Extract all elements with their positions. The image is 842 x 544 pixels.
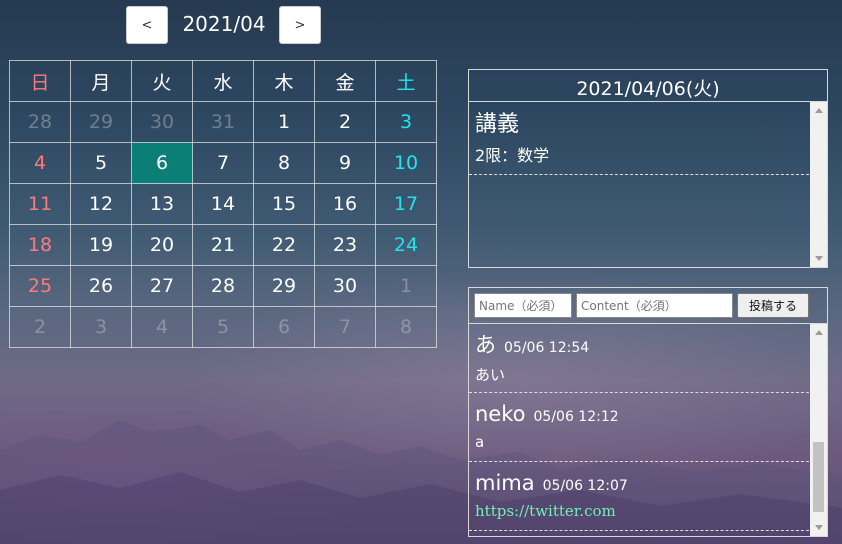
message-time: 05/06 12:54: [504, 340, 590, 356]
prev-month-button[interactable]: <: [126, 6, 168, 44]
calendar-day[interactable]: 10: [375, 142, 437, 184]
calendar-day[interactable]: 14: [192, 183, 254, 225]
event-item[interactable]: 講義 2限：数学: [469, 102, 809, 175]
message-author: あ: [475, 333, 496, 357]
calendar-day[interactable]: 11: [9, 183, 71, 225]
calendar-grid: 日 月 火 水 木 金 土 28 29 30 31 1 2 3 4 5 6 7 …: [9, 60, 437, 348]
calendar-day[interactable]: 4: [9, 142, 71, 184]
calendar-day[interactable]: 20: [131, 224, 193, 266]
calendar-day[interactable]: 29: [253, 265, 315, 307]
calendar-day[interactable]: 25: [9, 265, 71, 307]
content-input[interactable]: [576, 293, 733, 318]
name-input[interactable]: [474, 293, 572, 318]
message-time: 05/06 12:12: [533, 409, 619, 425]
calendar-day[interactable]: 27: [131, 265, 193, 307]
calendar-day[interactable]: 15: [253, 183, 315, 225]
calendar-day[interactable]: 8: [253, 142, 315, 184]
calendar-day[interactable]: 9: [314, 142, 376, 184]
detail-scrollbar[interactable]: [810, 102, 827, 267]
calendar-week: 4 5 6 7 8 9 10: [9, 142, 437, 184]
calendar-day[interactable]: 7: [314, 306, 376, 348]
weekday-wednesday: 水: [192, 60, 254, 102]
message-item: あ 05/06 12:54 あい: [469, 324, 809, 393]
calendar-day[interactable]: 28: [9, 101, 71, 143]
calendar-day-selected[interactable]: 6: [131, 142, 193, 184]
calendar-day[interactable]: 17: [375, 183, 437, 225]
calendar-day[interactable]: 8: [375, 306, 437, 348]
weekday-thursday: 木: [253, 60, 315, 102]
calendar-day[interactable]: 24: [375, 224, 437, 266]
weekday-saturday: 土: [375, 60, 437, 102]
message-list: あ 05/06 12:54 あい neko 05/06 12:12 a mima 05…: [469, 324, 809, 536]
calendar-day[interactable]: 26: [70, 265, 132, 307]
calendar-day[interactable]: 30: [314, 265, 376, 307]
post-form: 投稿する: [469, 288, 827, 324]
event-list: 講義 2限：数学: [469, 102, 809, 267]
calendar-day[interactable]: 23: [314, 224, 376, 266]
calendar-day[interactable]: 18: [9, 224, 71, 266]
calendar-day[interactable]: 3: [70, 306, 132, 348]
calendar-day[interactable]: 1: [375, 265, 437, 307]
message-author: neko: [475, 402, 526, 426]
scrollbar-thumb[interactable]: [813, 442, 824, 512]
message-author: mima: [475, 471, 535, 495]
calendar-day[interactable]: 6: [253, 306, 315, 348]
calendar-day[interactable]: 4: [131, 306, 193, 348]
calendar-day[interactable]: 7: [192, 142, 254, 184]
calendar-day[interactable]: 1: [253, 101, 315, 143]
calendar-day[interactable]: 3: [375, 101, 437, 143]
calendar-week: 11 12 13 14 15 16 17: [9, 183, 437, 225]
message-body: あい: [475, 366, 506, 384]
scroll-down-arrow-icon[interactable]: [815, 525, 823, 530]
event-subtitle: 2限：数学: [475, 146, 550, 165]
event-title: 講義: [475, 112, 520, 137]
weekday-monday: 月: [70, 60, 132, 102]
message-link[interactable]: https://twitter.com: [475, 502, 803, 520]
calendar-day[interactable]: 2: [9, 306, 71, 348]
calendar-day[interactable]: 31: [192, 101, 254, 143]
calendar-day[interactable]: 5: [70, 142, 132, 184]
message-board-panel: 投稿する あ 05/06 12:54 あい neko 05/06 12:12 a m…: [468, 287, 828, 537]
message-body: a: [475, 433, 485, 451]
current-month-label: 2021/04: [182, 12, 266, 36]
message-time: 05/06 12:07: [542, 478, 628, 494]
day-detail-panel: 2021/04/06(火) 講義 2限：数学: [468, 69, 828, 268]
scroll-up-arrow-icon[interactable]: [815, 108, 823, 113]
next-month-button[interactable]: >: [279, 6, 321, 44]
calendar-day[interactable]: 5: [192, 306, 254, 348]
calendar-day[interactable]: 16: [314, 183, 376, 225]
calendar-day[interactable]: 28: [192, 265, 254, 307]
calendar-day[interactable]: 19: [70, 224, 132, 266]
calendar-week: 28 29 30 31 1 2 3: [9, 101, 437, 143]
calendar-day[interactable]: 12: [70, 183, 132, 225]
weekday-friday: 金: [314, 60, 376, 102]
calendar-day[interactable]: 2: [314, 101, 376, 143]
calendar-day[interactable]: 13: [131, 183, 193, 225]
calendar-day[interactable]: 21: [192, 224, 254, 266]
month-navigation: < 2021/04 >: [126, 6, 322, 46]
weekday-sunday: 日: [9, 60, 71, 102]
weekday-tuesday: 火: [131, 60, 193, 102]
calendar-day[interactable]: 30: [131, 101, 193, 143]
scroll-down-arrow-icon[interactable]: [815, 256, 823, 261]
detail-date-title: 2021/04/06(火): [469, 70, 827, 102]
weekday-header-row: 日 月 火 水 木 金 土: [9, 60, 437, 102]
calendar-week: 25 26 27 28 29 30 1: [9, 265, 437, 307]
calendar-day[interactable]: 22: [253, 224, 315, 266]
scroll-up-arrow-icon[interactable]: [815, 330, 823, 335]
calendar-week: 2 3 4 5 6 7 8: [9, 306, 437, 348]
message-item: mima 05/06 12:07 https://twitter.com: [469, 462, 809, 531]
message-item: neko 05/06 12:12 a: [469, 393, 809, 462]
message-scrollbar[interactable]: [810, 324, 827, 536]
calendar-day[interactable]: 29: [70, 101, 132, 143]
post-button[interactable]: 投稿する: [737, 293, 809, 318]
calendar-week: 18 19 20 21 22 23 24: [9, 224, 437, 266]
